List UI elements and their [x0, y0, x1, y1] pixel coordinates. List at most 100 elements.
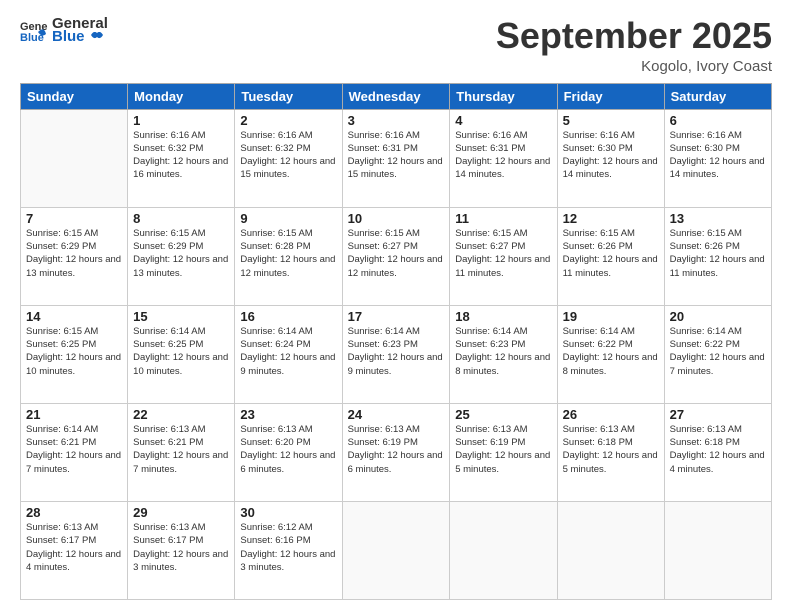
day-info: Sunrise: 6:15 AMSunset: 6:27 PMDaylight:… [455, 227, 551, 280]
table-row [450, 501, 557, 599]
table-row [557, 501, 664, 599]
table-row: 2Sunrise: 6:16 AMSunset: 6:32 PMDaylight… [235, 109, 342, 207]
day-number: 13 [670, 211, 766, 226]
day-info: Sunrise: 6:14 AMSunset: 6:24 PMDaylight:… [240, 325, 336, 378]
table-row [342, 501, 450, 599]
logo: General Blue General Blue [20, 16, 108, 44]
day-info: Sunrise: 6:13 AMSunset: 6:17 PMDaylight:… [133, 521, 229, 574]
day-number: 27 [670, 407, 766, 422]
logo-wave-icon [90, 32, 104, 42]
table-row [664, 501, 771, 599]
calendar-week-row: 1Sunrise: 6:16 AMSunset: 6:32 PMDaylight… [21, 109, 772, 207]
table-row: 9Sunrise: 6:15 AMSunset: 6:28 PMDaylight… [235, 207, 342, 305]
day-number: 7 [26, 211, 122, 226]
day-info: Sunrise: 6:13 AMSunset: 6:18 PMDaylight:… [670, 423, 766, 476]
table-row: 29Sunrise: 6:13 AMSunset: 6:17 PMDayligh… [128, 501, 235, 599]
day-number: 17 [348, 309, 445, 324]
col-saturday: Saturday [664, 83, 771, 109]
day-info: Sunrise: 6:13 AMSunset: 6:21 PMDaylight:… [133, 423, 229, 476]
header: General Blue General Blue September 2025… [20, 16, 772, 75]
day-info: Sunrise: 6:16 AMSunset: 6:31 PMDaylight:… [348, 129, 445, 182]
table-row: 11Sunrise: 6:15 AMSunset: 6:27 PMDayligh… [450, 207, 557, 305]
table-row: 5Sunrise: 6:16 AMSunset: 6:30 PMDaylight… [557, 109, 664, 207]
day-number: 18 [455, 309, 551, 324]
logo-blue: Blue [52, 29, 108, 44]
day-info: Sunrise: 6:12 AMSunset: 6:16 PMDaylight:… [240, 521, 336, 574]
day-info: Sunrise: 6:16 AMSunset: 6:32 PMDaylight:… [133, 129, 229, 182]
table-row: 19Sunrise: 6:14 AMSunset: 6:22 PMDayligh… [557, 305, 664, 403]
day-number: 22 [133, 407, 229, 422]
col-wednesday: Wednesday [342, 83, 450, 109]
month-title: September 2025 [496, 16, 772, 56]
day-number: 26 [563, 407, 659, 422]
day-number: 25 [455, 407, 551, 422]
day-number: 21 [26, 407, 122, 422]
col-sunday: Sunday [21, 83, 128, 109]
day-info: Sunrise: 6:15 AMSunset: 6:25 PMDaylight:… [26, 325, 122, 378]
table-row: 12Sunrise: 6:15 AMSunset: 6:26 PMDayligh… [557, 207, 664, 305]
page: General Blue General Blue September 2025… [0, 0, 792, 612]
day-info: Sunrise: 6:15 AMSunset: 6:29 PMDaylight:… [26, 227, 122, 280]
table-row: 21Sunrise: 6:14 AMSunset: 6:21 PMDayligh… [21, 403, 128, 501]
day-number: 20 [670, 309, 766, 324]
table-row [21, 109, 128, 207]
day-number: 28 [26, 505, 122, 520]
day-number: 5 [563, 113, 659, 128]
table-row: 17Sunrise: 6:14 AMSunset: 6:23 PMDayligh… [342, 305, 450, 403]
table-row: 3Sunrise: 6:16 AMSunset: 6:31 PMDaylight… [342, 109, 450, 207]
day-number: 4 [455, 113, 551, 128]
day-number: 23 [240, 407, 336, 422]
col-friday: Friday [557, 83, 664, 109]
day-info: Sunrise: 6:16 AMSunset: 6:32 PMDaylight:… [240, 129, 336, 182]
table-row: 1Sunrise: 6:16 AMSunset: 6:32 PMDaylight… [128, 109, 235, 207]
calendar-week-row: 21Sunrise: 6:14 AMSunset: 6:21 PMDayligh… [21, 403, 772, 501]
day-info: Sunrise: 6:14 AMSunset: 6:22 PMDaylight:… [670, 325, 766, 378]
day-info: Sunrise: 6:14 AMSunset: 6:22 PMDaylight:… [563, 325, 659, 378]
calendar-table: Sunday Monday Tuesday Wednesday Thursday… [20, 83, 772, 600]
table-row: 6Sunrise: 6:16 AMSunset: 6:30 PMDaylight… [664, 109, 771, 207]
day-number: 15 [133, 309, 229, 324]
day-number: 2 [240, 113, 336, 128]
table-row: 15Sunrise: 6:14 AMSunset: 6:25 PMDayligh… [128, 305, 235, 403]
calendar-week-row: 14Sunrise: 6:15 AMSunset: 6:25 PMDayligh… [21, 305, 772, 403]
table-row: 23Sunrise: 6:13 AMSunset: 6:20 PMDayligh… [235, 403, 342, 501]
day-number: 9 [240, 211, 336, 226]
day-info: Sunrise: 6:14 AMSunset: 6:25 PMDaylight:… [133, 325, 229, 378]
day-number: 16 [240, 309, 336, 324]
day-info: Sunrise: 6:15 AMSunset: 6:26 PMDaylight:… [670, 227, 766, 280]
day-number: 24 [348, 407, 445, 422]
table-row: 14Sunrise: 6:15 AMSunset: 6:25 PMDayligh… [21, 305, 128, 403]
day-info: Sunrise: 6:16 AMSunset: 6:31 PMDaylight:… [455, 129, 551, 182]
day-info: Sunrise: 6:13 AMSunset: 6:17 PMDaylight:… [26, 521, 122, 574]
svg-text:Blue: Blue [20, 32, 44, 44]
col-monday: Monday [128, 83, 235, 109]
day-info: Sunrise: 6:15 AMSunset: 6:29 PMDaylight:… [133, 227, 229, 280]
calendar-week-row: 28Sunrise: 6:13 AMSunset: 6:17 PMDayligh… [21, 501, 772, 599]
day-info: Sunrise: 6:15 AMSunset: 6:26 PMDaylight:… [563, 227, 659, 280]
calendar-header-row: Sunday Monday Tuesday Wednesday Thursday… [21, 83, 772, 109]
day-number: 30 [240, 505, 336, 520]
calendar-week-row: 7Sunrise: 6:15 AMSunset: 6:29 PMDaylight… [21, 207, 772, 305]
table-row: 26Sunrise: 6:13 AMSunset: 6:18 PMDayligh… [557, 403, 664, 501]
day-number: 11 [455, 211, 551, 226]
day-info: Sunrise: 6:13 AMSunset: 6:19 PMDaylight:… [455, 423, 551, 476]
table-row: 13Sunrise: 6:15 AMSunset: 6:26 PMDayligh… [664, 207, 771, 305]
day-number: 14 [26, 309, 122, 324]
table-row: 20Sunrise: 6:14 AMSunset: 6:22 PMDayligh… [664, 305, 771, 403]
table-row: 22Sunrise: 6:13 AMSunset: 6:21 PMDayligh… [128, 403, 235, 501]
day-info: Sunrise: 6:14 AMSunset: 6:23 PMDaylight:… [455, 325, 551, 378]
table-row: 18Sunrise: 6:14 AMSunset: 6:23 PMDayligh… [450, 305, 557, 403]
day-info: Sunrise: 6:14 AMSunset: 6:23 PMDaylight:… [348, 325, 445, 378]
table-row: 7Sunrise: 6:15 AMSunset: 6:29 PMDaylight… [21, 207, 128, 305]
day-info: Sunrise: 6:13 AMSunset: 6:18 PMDaylight:… [563, 423, 659, 476]
col-thursday: Thursday [450, 83, 557, 109]
day-info: Sunrise: 6:13 AMSunset: 6:19 PMDaylight:… [348, 423, 445, 476]
day-info: Sunrise: 6:13 AMSunset: 6:20 PMDaylight:… [240, 423, 336, 476]
table-row: 30Sunrise: 6:12 AMSunset: 6:16 PMDayligh… [235, 501, 342, 599]
table-row: 10Sunrise: 6:15 AMSunset: 6:27 PMDayligh… [342, 207, 450, 305]
table-row: 24Sunrise: 6:13 AMSunset: 6:19 PMDayligh… [342, 403, 450, 501]
day-info: Sunrise: 6:16 AMSunset: 6:30 PMDaylight:… [670, 129, 766, 182]
day-number: 19 [563, 309, 659, 324]
table-row: 8Sunrise: 6:15 AMSunset: 6:29 PMDaylight… [128, 207, 235, 305]
day-info: Sunrise: 6:16 AMSunset: 6:30 PMDaylight:… [563, 129, 659, 182]
